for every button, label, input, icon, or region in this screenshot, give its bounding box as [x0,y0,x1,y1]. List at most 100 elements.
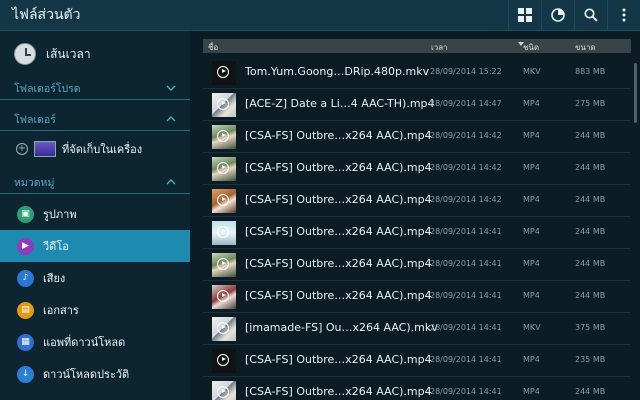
file-type: MKV [523,67,541,76]
category-item-image[interactable]: ▣ รูปภาพ [0,198,190,230]
file-type: MP4 [523,387,540,396]
file-type: MP4 [523,355,540,364]
category-item-document[interactable]: ▤ เอกสาร [0,294,190,326]
category-item-video[interactable]: ▶ วีดีโอ [0,230,190,262]
video-thumbnail [212,157,236,181]
favorites-header-label: โฟลเดอร์โปรด [14,82,81,95]
file-row[interactable]: [CSA-FS] Outbre…x264 AAC).mp4 28/09/2014 … [203,281,631,313]
video-thumbnail [212,93,236,117]
file-size: 244 MB [575,163,606,172]
categories-section-header[interactable]: หมวดหมู่ [0,171,190,194]
list-column-header: ชื่อ เวลา ชนิด ขนาด [203,39,631,53]
file-name: [ACE-Z] Date a Li…4 AAC-TH).mp4 [245,97,435,110]
file-type: MP4 [523,131,540,140]
file-row[interactable]: [CSA-FS] Outbre…x264 AAC).mp4 28/09/2014 … [203,345,631,377]
storage-usage-icon [551,8,565,22]
device-storage-item[interactable]: + ที่จัดเก็บในเครื่อง [0,131,190,167]
music-icon: ♪ [17,269,34,287]
file-type: MP4 [523,99,540,108]
category-item-download[interactable]: ↓ ดาวน์โหลดประวัติ [0,358,190,390]
file-row[interactable]: [CSA-FS] Outbre…x264 AAC).mp4 28/09/2014 … [203,217,631,249]
file-date: 28/09/2014 14:41 [430,291,502,300]
recent-files-item[interactable]: เส้นเวลา [0,31,190,77]
column-size[interactable]: ขนาด [575,41,596,54]
storage-usage-button[interactable] [541,0,574,30]
file-date: 28/09/2014 14:41 [430,387,502,396]
file-row[interactable]: [CSA-FS] Outbre…x264 AAC).mp4 28/09/2014 … [203,249,631,281]
file-size: 275 MB [575,99,606,108]
category-label: เสียง [43,272,66,285]
play-icon [217,386,229,398]
video-thumbnail [212,189,236,213]
file-row[interactable]: [CSA-FS] Outbre…x264 AAC).mp4 28/09/2014 … [203,185,631,217]
file-type: MP4 [523,163,540,172]
video-icon: ▶ [17,237,34,255]
file-size: 244 MB [575,131,606,140]
file-row[interactable]: [ACE-Z] Date a Li…4 AAC-TH).mp4 28/09/201… [203,89,631,121]
file-type: MP4 [523,259,540,268]
play-icon [217,66,229,78]
video-thumbnail [212,285,236,309]
category-item-apps[interactable]: ▦ แอพที่ดาวน์โหลด [0,326,190,358]
file-size: 375 MB [575,323,606,332]
play-icon [217,226,229,238]
category-label: รูปภาพ [43,208,77,221]
file-type: MP4 [523,291,540,300]
search-button[interactable] [574,0,607,30]
file-date: 28/09/2014 14:47 [430,99,502,108]
file-row[interactable]: [imamade-FS] Ou…x264 AAC).mkv 28/09/2014 … [203,313,631,345]
column-type[interactable]: ชนิด [523,41,539,54]
image-icon: ▣ [17,205,34,223]
folders-section-header[interactable]: โฟลเดอร์ [0,108,190,131]
play-icon [217,98,229,110]
file-date: 28/09/2014 14:42 [430,131,502,140]
favorites-section-header[interactable]: โฟลเดอร์โปรด [0,77,190,100]
category-label: วีดีโอ [43,240,69,253]
file-size: 235 MB [575,355,606,364]
file-size: 883 MB [575,67,606,76]
file-name: [CSA-FS] Outbre…x264 AAC).mp4 [245,129,432,142]
file-date: 28/09/2014 14:41 [430,355,502,364]
category-item-music[interactable]: ♪ เสียง [0,262,190,294]
file-name: [CSA-FS] Outbre…x264 AAC).mp4 [245,353,432,366]
file-name: Tom.Yum.Goong…DRip.480p.mkv [245,65,430,78]
file-name: [CSA-FS] Outbre…x264 AAC).mp4 [245,225,432,238]
file-size: 244 MB [575,291,606,300]
file-row[interactable]: Tom.Yum.Goong…DRip.480p.mkv 28/09/2014 15… [203,57,631,89]
file-name: [CSA-FS] Outbre…x264 AAC).mp4 [245,257,432,270]
device-storage-label: ที่จัดเก็บในเครื่อง [62,143,143,156]
file-size: 244 MB [575,227,606,236]
video-thumbnail [212,317,236,341]
play-icon [217,130,229,142]
file-date: 28/09/2014 14:41 [430,323,502,332]
recent-files-label: เส้นเวลา [46,46,91,61]
file-row[interactable]: [CSA-FS] Outbre…x264 AAC).mp4 28/09/2014 … [203,153,631,185]
list-scrollbar[interactable] [634,63,637,123]
video-thumbnail [212,61,236,85]
view-grid-button[interactable] [508,0,541,30]
overflow-menu-button[interactable] [607,0,640,30]
file-row[interactable]: [CSA-FS] Outbre…x264 AAC).mp4 28/09/2014 … [203,377,631,400]
navigation-drawer: เส้นเวลา โฟลเดอร์โปรด โฟลเดอร์ + ที่จัดเ… [0,31,190,400]
clock-icon [14,43,36,65]
video-thumbnail [212,253,236,277]
device-storage-icon [34,141,56,157]
column-name[interactable]: ชื่อ [208,41,218,54]
expand-plus-icon[interactable]: + [16,143,28,155]
chevron-down-icon [166,85,176,91]
file-name: [imamade-FS] Ou…x264 AAC).mkv [245,321,438,334]
grid-view-icon [518,8,532,22]
file-date: 28/09/2014 14:42 [430,163,502,172]
file-date: 28/09/2014 15:22 [430,67,502,76]
column-time[interactable]: เวลา [431,41,448,54]
categories-header-label: หมวดหมู่ [14,176,55,189]
document-icon: ▤ [17,301,34,319]
play-icon [217,194,229,206]
file-row[interactable]: [CSA-FS] Outbre…x264 AAC).mp4 28/09/2014 … [203,121,631,153]
play-icon [217,258,229,270]
video-thumbnail [212,221,236,245]
file-list-panel: ชื่อ เวลา ชนิด ขนาด Tom.Yum.Goong…DRip.4… [191,31,640,400]
category-label: แอพที่ดาวน์โหลด [43,336,126,349]
category-label: เอกสาร [43,304,79,317]
app-title: ไฟล์ส่วนตัว [12,7,81,23]
